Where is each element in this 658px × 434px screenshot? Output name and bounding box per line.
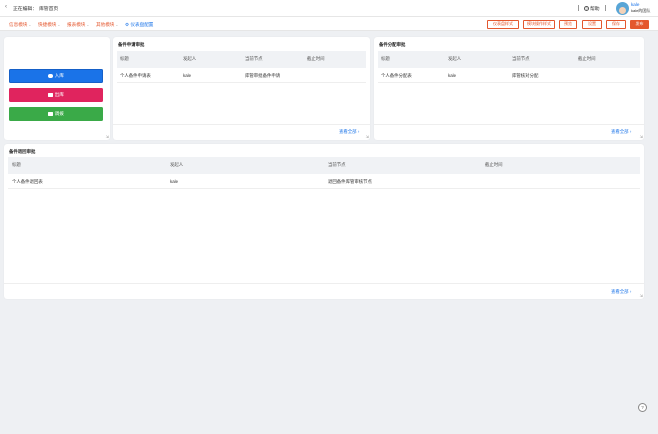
resize-handle-icon[interactable]: ⇲ [366, 134, 369, 139]
column-header: 标题 [12, 162, 21, 167]
table-header: 标题 发起人 当前节点 截止时间 [8, 157, 640, 174]
chevron-down-icon: ⌄ [86, 23, 90, 27]
plus-circle-icon [48, 73, 53, 79]
chevron-right-icon: › [357, 129, 360, 134]
review-approval-panel: 备件申请审批 标题 发起人 当前节点 截止时间 个人备件申请表 kale 库管审… [113, 37, 370, 140]
resize-handle-icon[interactable]: ⇲ [106, 134, 109, 139]
column-header: 当前节点 [245, 56, 263, 61]
help-fab-icon[interactable]: ? [638, 403, 647, 412]
column-header: 标题 [120, 56, 129, 61]
preview-button[interactable]: 预览 [559, 19, 577, 29]
page-name: 库管首页 [39, 7, 59, 12]
table-row[interactable]: 个人备件退回表 kale 退回备件库管审核节点 [8, 174, 640, 189]
outbound-button[interactable]: 出库 [9, 88, 103, 102]
settings-button[interactable]: 设置 [582, 19, 602, 29]
table-row[interactable]: 个人备件申请表 kale 库管审批备件申请 [117, 68, 366, 83]
dashboard-config-label: 仪表盘配置 [130, 22, 154, 27]
column-header: 截止时间 [485, 162, 503, 167]
chevron-down-icon: ⌄ [115, 23, 119, 27]
divider [605, 5, 606, 11]
cell-node: 库管审批备件申请 [245, 73, 281, 78]
quick-actions-panel: 入库 出库 调拨 ⇲ [4, 37, 110, 140]
column-header: 发起人 [448, 56, 462, 61]
menu-label: 报表模块 [67, 22, 86, 27]
menu-report-modules[interactable]: 报表模块⌄ [67, 22, 89, 28]
panel-title: 备件退回审批 [9, 149, 36, 154]
transfer-label: 调拨 [54, 111, 64, 116]
menu-other-modules[interactable]: 其他模块⌄ [96, 22, 118, 28]
inbound-label: 入库 [54, 73, 64, 78]
divider [578, 5, 579, 11]
help-circle-icon: ? [584, 6, 589, 11]
save-button[interactable]: 保存 [606, 19, 626, 29]
cell-node: 库管核对分配 [512, 73, 539, 78]
chevron-left-icon[interactable]: ‹ [5, 4, 7, 10]
cell-title: 个人备件申请表 [120, 73, 151, 78]
resize-handle-icon[interactable]: ⇲ [640, 293, 643, 298]
divider [4, 283, 644, 284]
table-header: 标题 发起人 当前节点 截止时间 [117, 51, 366, 68]
cell-initiator: kale [448, 73, 457, 78]
view-all-label: 查看全部 [611, 289, 629, 294]
view-all-link[interactable]: 查看全部 › [339, 129, 359, 135]
dashboard-config-link[interactable]: ⚙ 仪表盘配置 [125, 22, 153, 28]
help-label: 帮助 [590, 7, 600, 12]
table-header: 标题 发起人 当前节点 截止时间 [378, 51, 640, 68]
cell-node: 退回备件库管审核节点 [328, 179, 372, 184]
publish-button[interactable]: 发布 [630, 19, 649, 29]
gear-icon: ⚙ [125, 22, 130, 27]
module-style-button[interactable]: 模块操作样式 [523, 19, 555, 29]
module-toolbar: 信息模块⌄ 快捷模块⌄ 报表模块⌄ 其他模块⌄ ⚙ 仪表盘配置 仪表盘样式 模块… [0, 17, 658, 31]
divider [113, 124, 370, 125]
dashboard-style-button[interactable]: 仪表盘样式 [487, 19, 519, 29]
cell-initiator: kale [170, 179, 179, 184]
document-icon [48, 92, 53, 98]
chevron-right-icon: › [629, 129, 632, 134]
transfer-icon [48, 111, 53, 117]
top-bar: ‹ 正在编辑： 库管首页 ? 帮助 kale kale的团队 [0, 0, 658, 17]
panel-title: 备件分配审批 [379, 42, 406, 47]
user-info[interactable]: kale kale的团队 [631, 2, 650, 13]
menu-label: 其他模块 [96, 22, 115, 27]
menu-label: 快捷模块 [38, 22, 57, 27]
view-all-link[interactable]: 查看全部 › [611, 129, 631, 135]
column-header: 截止时间 [307, 56, 325, 61]
inbound-button[interactable]: 入库 [9, 69, 103, 83]
column-header: 当前节点 [328, 162, 346, 167]
user-org: kale的团队 [631, 7, 651, 13]
panel-title: 备件申请审批 [118, 42, 145, 47]
divider [374, 124, 644, 125]
allocation-approval-panel: 备件分配审批 标题 发起人 当前节点 截止时间 个人备件分配表 kale 库管核… [374, 37, 644, 140]
avatar[interactable] [616, 1, 629, 15]
help-button[interactable]: ? 帮助 [584, 5, 600, 12]
column-header: 当前节点 [512, 56, 530, 61]
column-header: 发起人 [183, 56, 197, 61]
column-header: 截止时间 [578, 56, 596, 61]
view-all-label: 查看全部 [339, 129, 357, 134]
chevron-down-icon: ⌄ [28, 23, 32, 27]
editing-label: 正在编辑： [13, 7, 37, 12]
cell-initiator: kale [183, 73, 192, 78]
table-row[interactable]: 个人备件分配表 kale 库管核对分配 [378, 68, 640, 83]
column-header: 发起人 [170, 162, 184, 167]
outbound-label: 出库 [54, 92, 64, 97]
menu-label: 信息模块 [9, 22, 28, 27]
return-approval-panel: 备件退回审批 标题 发起人 当前节点 截止时间 个人备件退回表 kale 退回备… [4, 144, 644, 299]
chevron-right-icon: › [629, 289, 632, 294]
chevron-down-icon: ⌄ [57, 23, 61, 27]
menu-quick-modules[interactable]: 快捷模块⌄ [38, 22, 60, 28]
cell-title: 个人备件分配表 [381, 73, 412, 78]
transfer-button[interactable]: 调拨 [9, 107, 103, 121]
view-all-label: 查看全部 [611, 129, 629, 134]
view-all-link[interactable]: 查看全部 › [611, 289, 631, 295]
menu-info-modules[interactable]: 信息模块⌄ [9, 22, 31, 28]
cell-title: 个人备件退回表 [12, 179, 43, 184]
resize-handle-icon[interactable]: ⇲ [640, 134, 643, 139]
column-header: 标题 [381, 56, 390, 61]
